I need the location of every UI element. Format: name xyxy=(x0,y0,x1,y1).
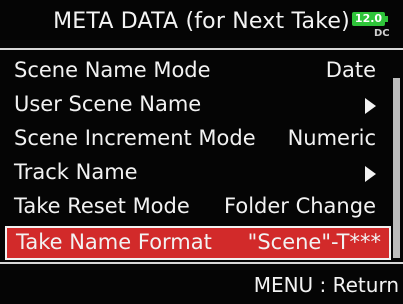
menu-item-take-reset-mode[interactable]: Take Reset Mode Folder Change xyxy=(0,190,390,224)
scrollbar[interactable] xyxy=(393,78,400,258)
menu-item-label: Take Name Format xyxy=(16,230,212,254)
menu-item-scene-name-mode[interactable]: Scene Name Mode Date xyxy=(0,54,390,88)
menu-return-hint: MENU : Return xyxy=(253,273,399,297)
screen: META DATA (for Next Take) 12.0 DC Scene … xyxy=(0,0,403,304)
battery-voltage: 12.0 xyxy=(352,12,385,26)
menu-item-user-scene-name[interactable]: User Scene Name xyxy=(0,88,390,122)
menu-item-label: Take Reset Mode xyxy=(14,194,190,218)
battery-indicator: 12.0 DC xyxy=(352,10,390,42)
menu-item-scene-increment-mode[interactable]: Scene Increment Mode Numeric xyxy=(0,122,390,156)
footer: MENU : Return xyxy=(0,262,403,304)
page-title: META DATA (for Next Take) xyxy=(53,9,350,34)
menu-item-value: Folder Change xyxy=(224,194,376,218)
battery-tip-icon xyxy=(385,16,388,22)
header: META DATA (for Next Take) 12.0 DC xyxy=(0,0,403,50)
arrow-right-icon xyxy=(365,98,376,114)
arrow-right-icon xyxy=(365,166,376,182)
menu-item-label: Track Name xyxy=(14,160,138,184)
power-source-label: DC xyxy=(374,28,390,39)
menu-item-label: User Scene Name xyxy=(14,92,202,116)
menu-item-value: "Scene"-T*** xyxy=(247,230,381,254)
menu-item-label: Scene Name Mode xyxy=(14,58,211,82)
menu-item-take-name-format[interactable]: Take Name Format "Scene"-T*** xyxy=(5,226,391,260)
menu-item-track-name[interactable]: Track Name xyxy=(0,156,390,190)
menu-item-value: Numeric xyxy=(287,126,376,150)
menu-item-label: Scene Increment Mode xyxy=(14,126,256,150)
menu-item-value: Date xyxy=(325,58,376,82)
